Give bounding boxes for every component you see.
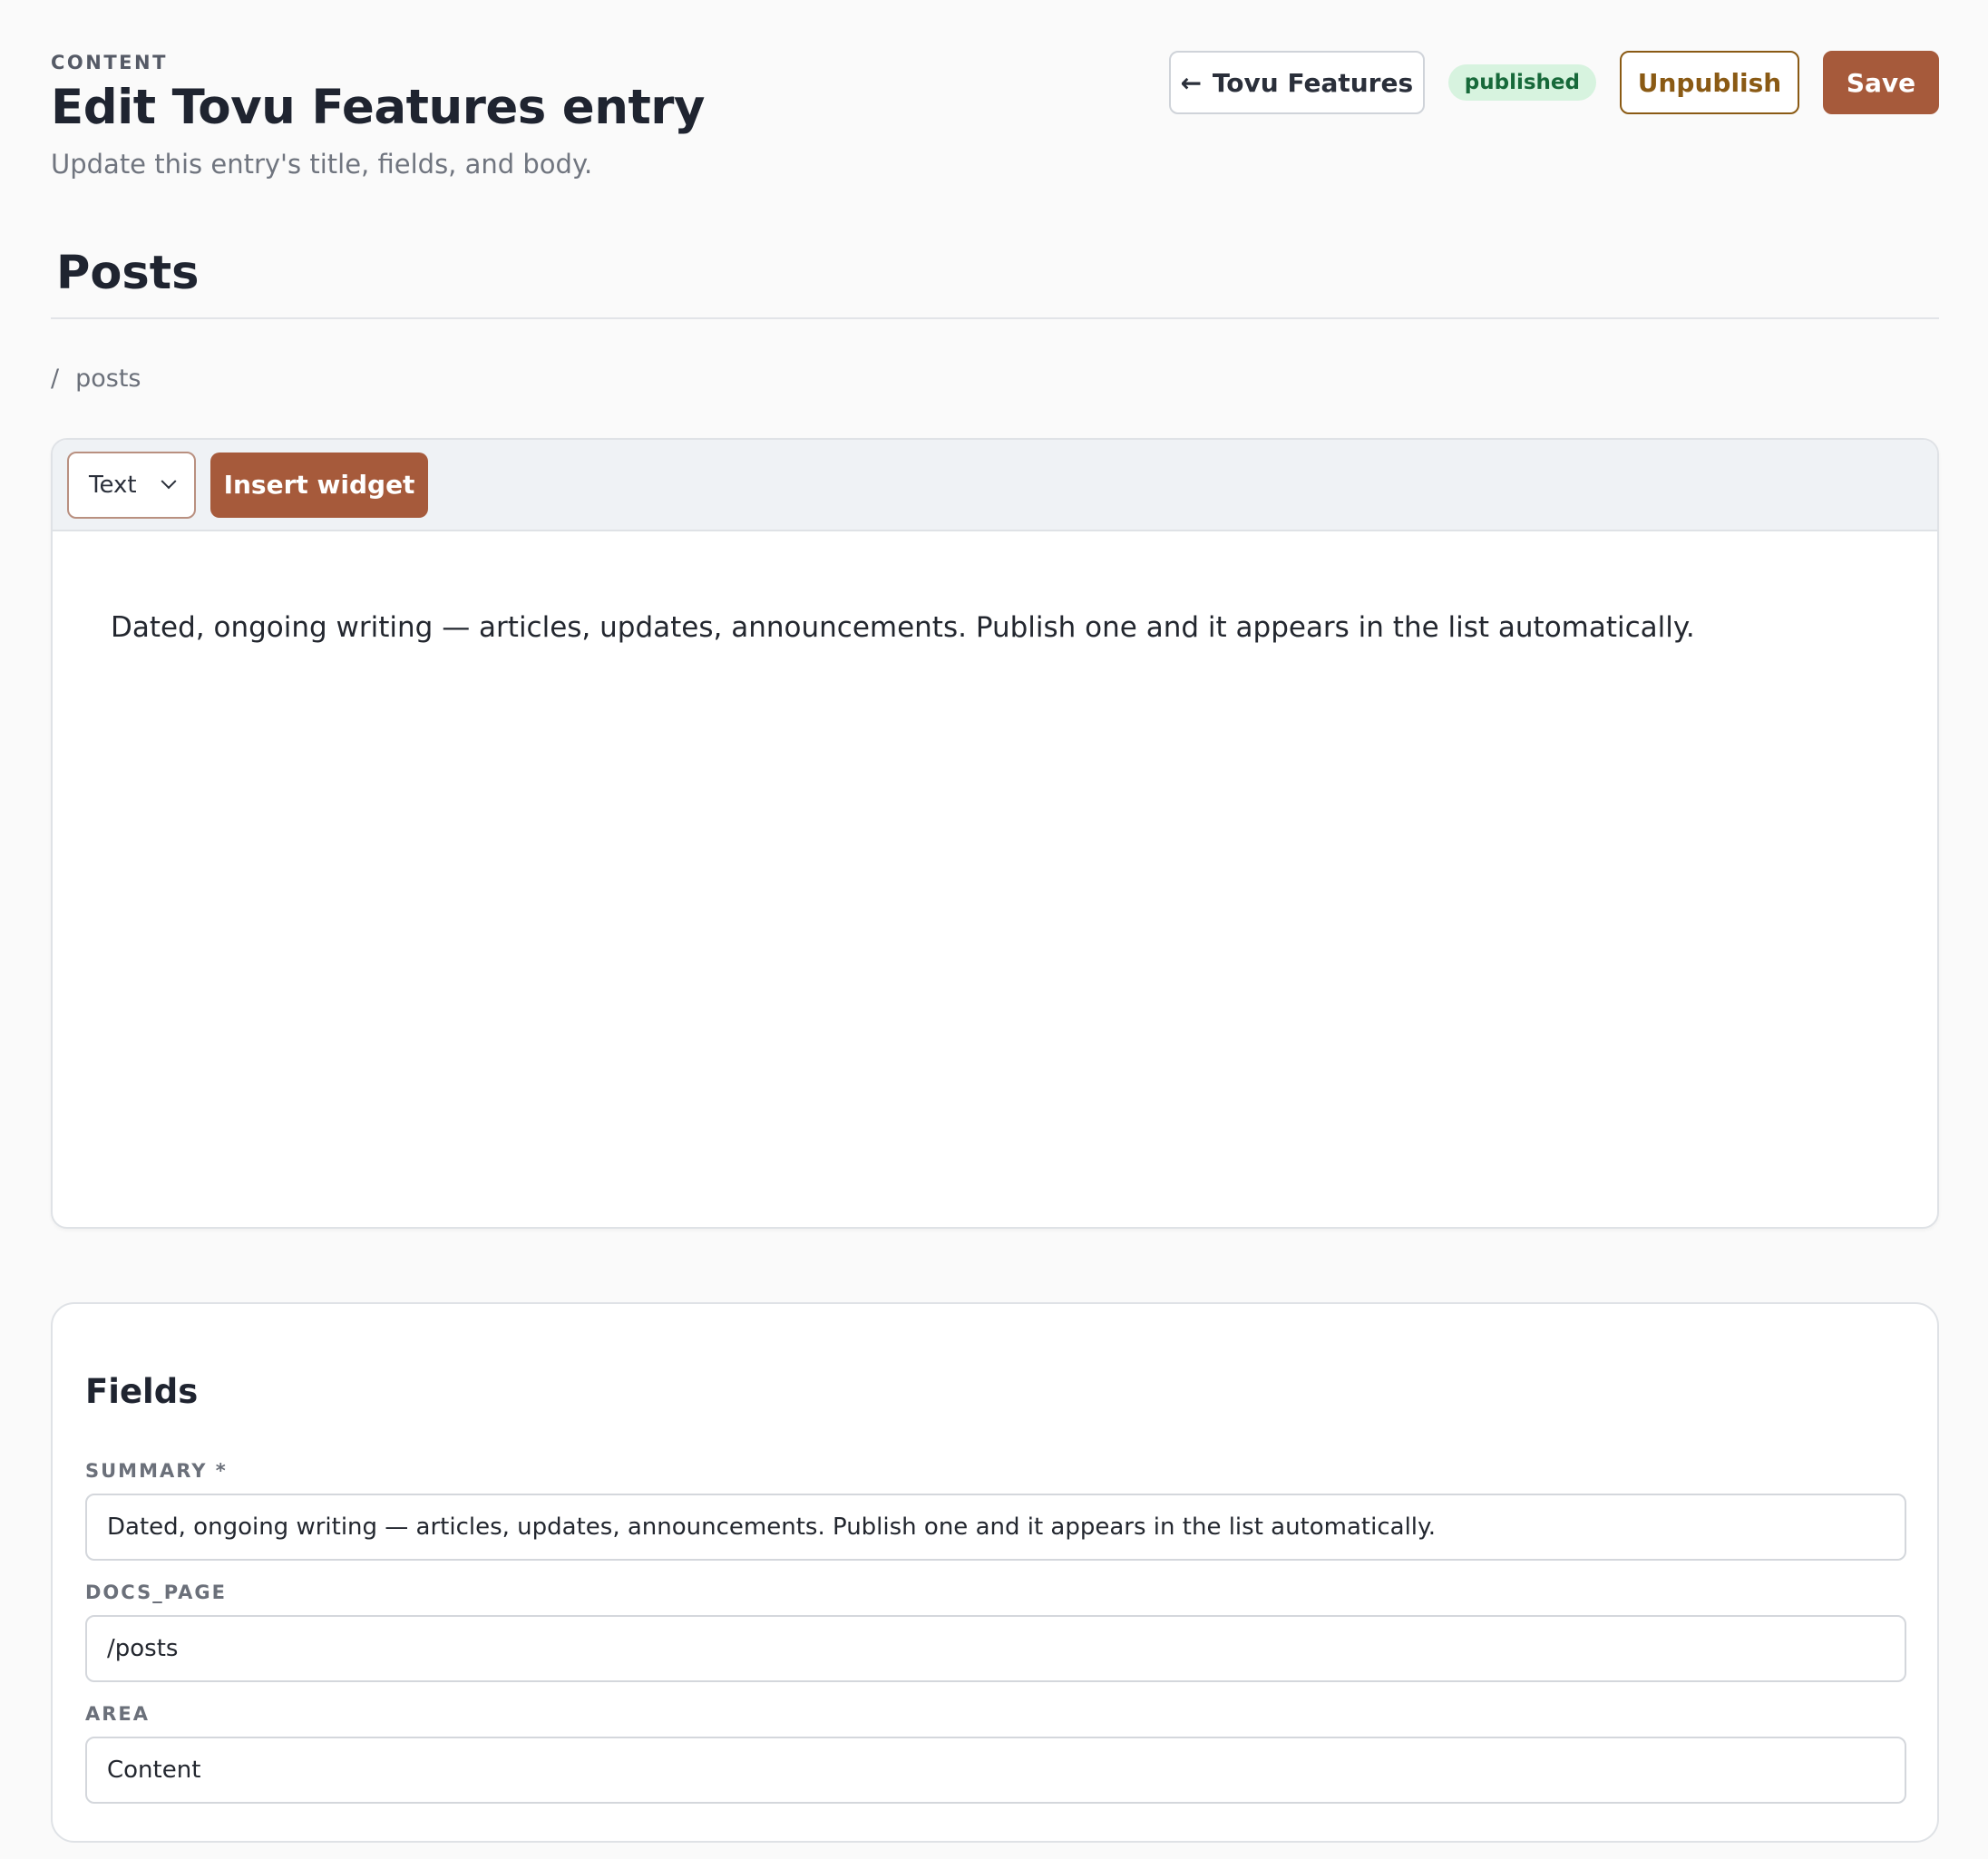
area-label: AREA xyxy=(85,1703,151,1725)
back-button-label: Tovu Features xyxy=(1212,67,1414,98)
summary-field[interactable]: Dated, ongoing writing — articles, updat… xyxy=(85,1494,1906,1561)
insert-widget-button[interactable]: Insert widget xyxy=(210,452,428,518)
editor-body-text[interactable]: Dated, ongoing writing — articles, updat… xyxy=(111,611,1879,644)
edit-entry-page: CONTENT Edit Tovu Features entry Update … xyxy=(0,0,1988,1859)
breadcrumb: / posts xyxy=(51,365,141,393)
page-title: Edit Tovu Features entry xyxy=(51,80,705,135)
summary-label: SUMMARY * xyxy=(85,1460,228,1482)
fields-card: Fields SUMMARY * Dated, ongoing writing … xyxy=(51,1302,1939,1843)
header-actions: ← Tovu Features published Unpublish Save xyxy=(1168,51,1939,114)
chevron-down-icon xyxy=(161,472,177,489)
section-title: Posts xyxy=(56,247,200,300)
back-to-collection-button[interactable]: ← Tovu Features xyxy=(1168,51,1425,114)
arrow-left-icon: ← xyxy=(1180,67,1202,98)
docs-page-label: DOCS_PAGE xyxy=(85,1582,228,1603)
breadcrumb-path[interactable]: posts xyxy=(75,365,141,393)
breadcrumb-separator: / xyxy=(51,365,60,393)
block-type-select[interactable]: Text xyxy=(67,451,196,519)
status-badge: published xyxy=(1447,64,1596,101)
unpublish-button[interactable]: Unpublish xyxy=(1620,51,1799,114)
page-subtitle: Update this entry's title, fields, and b… xyxy=(51,149,593,180)
page-eyebrow: CONTENT xyxy=(51,52,168,73)
area-field[interactable]: Content xyxy=(85,1737,1906,1804)
fields-title: Fields xyxy=(85,1372,199,1411)
editor-content-area[interactable]: Dated, ongoing writing — articles, updat… xyxy=(53,531,1937,644)
docs-page-field[interactable]: /posts xyxy=(85,1615,1906,1682)
save-button[interactable]: Save xyxy=(1823,51,1939,114)
section-divider xyxy=(51,317,1939,319)
block-type-value: Text xyxy=(89,471,137,499)
editor-toolbar: Text Insert widget xyxy=(53,440,1937,531)
body-editor: Text Insert widget Dated, ongoing writin… xyxy=(51,438,1939,1229)
